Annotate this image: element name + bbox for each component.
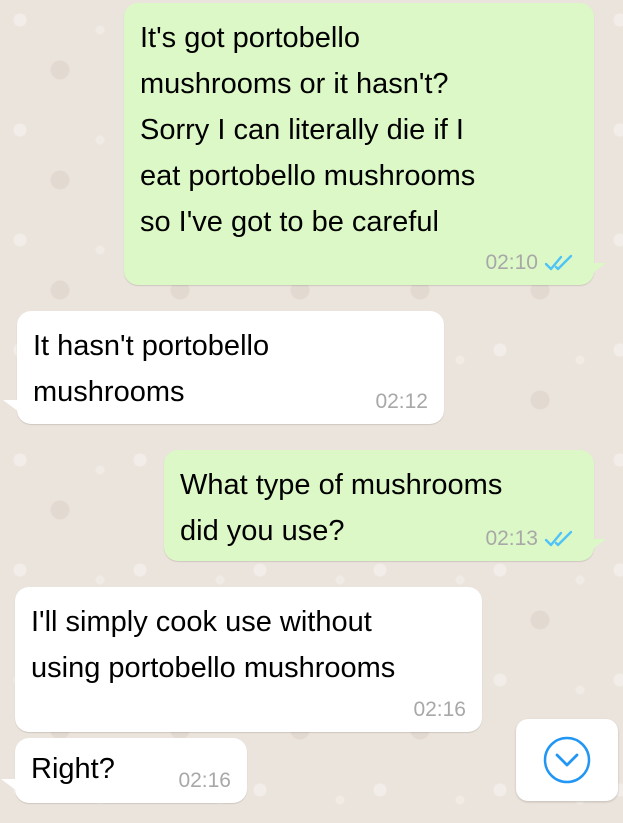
message-time: 02:16 [413,698,466,721]
message-meta: 02:10 [485,251,576,275]
scroll-to-bottom-button[interactable] [516,719,618,801]
bubble-tail [590,263,606,275]
bubble-tail [590,539,606,551]
incoming-message-bubble[interactable]: I'll simply cook use without using porto… [15,587,482,732]
incoming-message-bubble[interactable]: Right? 02:16 [15,738,247,803]
message-meta: 02:16 [178,769,231,793]
message-time: 02:12 [375,390,428,413]
message-meta: 02:13 [485,527,576,551]
bubble-tail [3,400,19,412]
double-check-read-icon [544,254,573,271]
chevron-down-circle-icon [543,736,591,784]
message-time: 02:13 [485,527,538,550]
message-time: 02:10 [485,251,538,274]
message-text: It's got portobello mushrooms or it hasn… [140,22,476,238]
bubble-tail [1,779,17,791]
message-meta: 02:12 [375,390,428,414]
message-text: It hasn't portobello mushrooms [33,330,270,408]
incoming-message-bubble[interactable]: It hasn't portobello mushrooms 02:12 [17,311,444,424]
outgoing-message-bubble[interactable]: It's got portobello mushrooms or it hasn… [124,3,594,285]
message-text: I'll simply cook use without using porto… [31,606,396,684]
outgoing-message-bubble[interactable]: What type of mushrooms did you use? 02:1… [164,450,594,561]
message-meta: 02:16 [413,698,466,722]
message-time: 02:16 [178,769,231,792]
double-check-read-icon [544,530,573,547]
